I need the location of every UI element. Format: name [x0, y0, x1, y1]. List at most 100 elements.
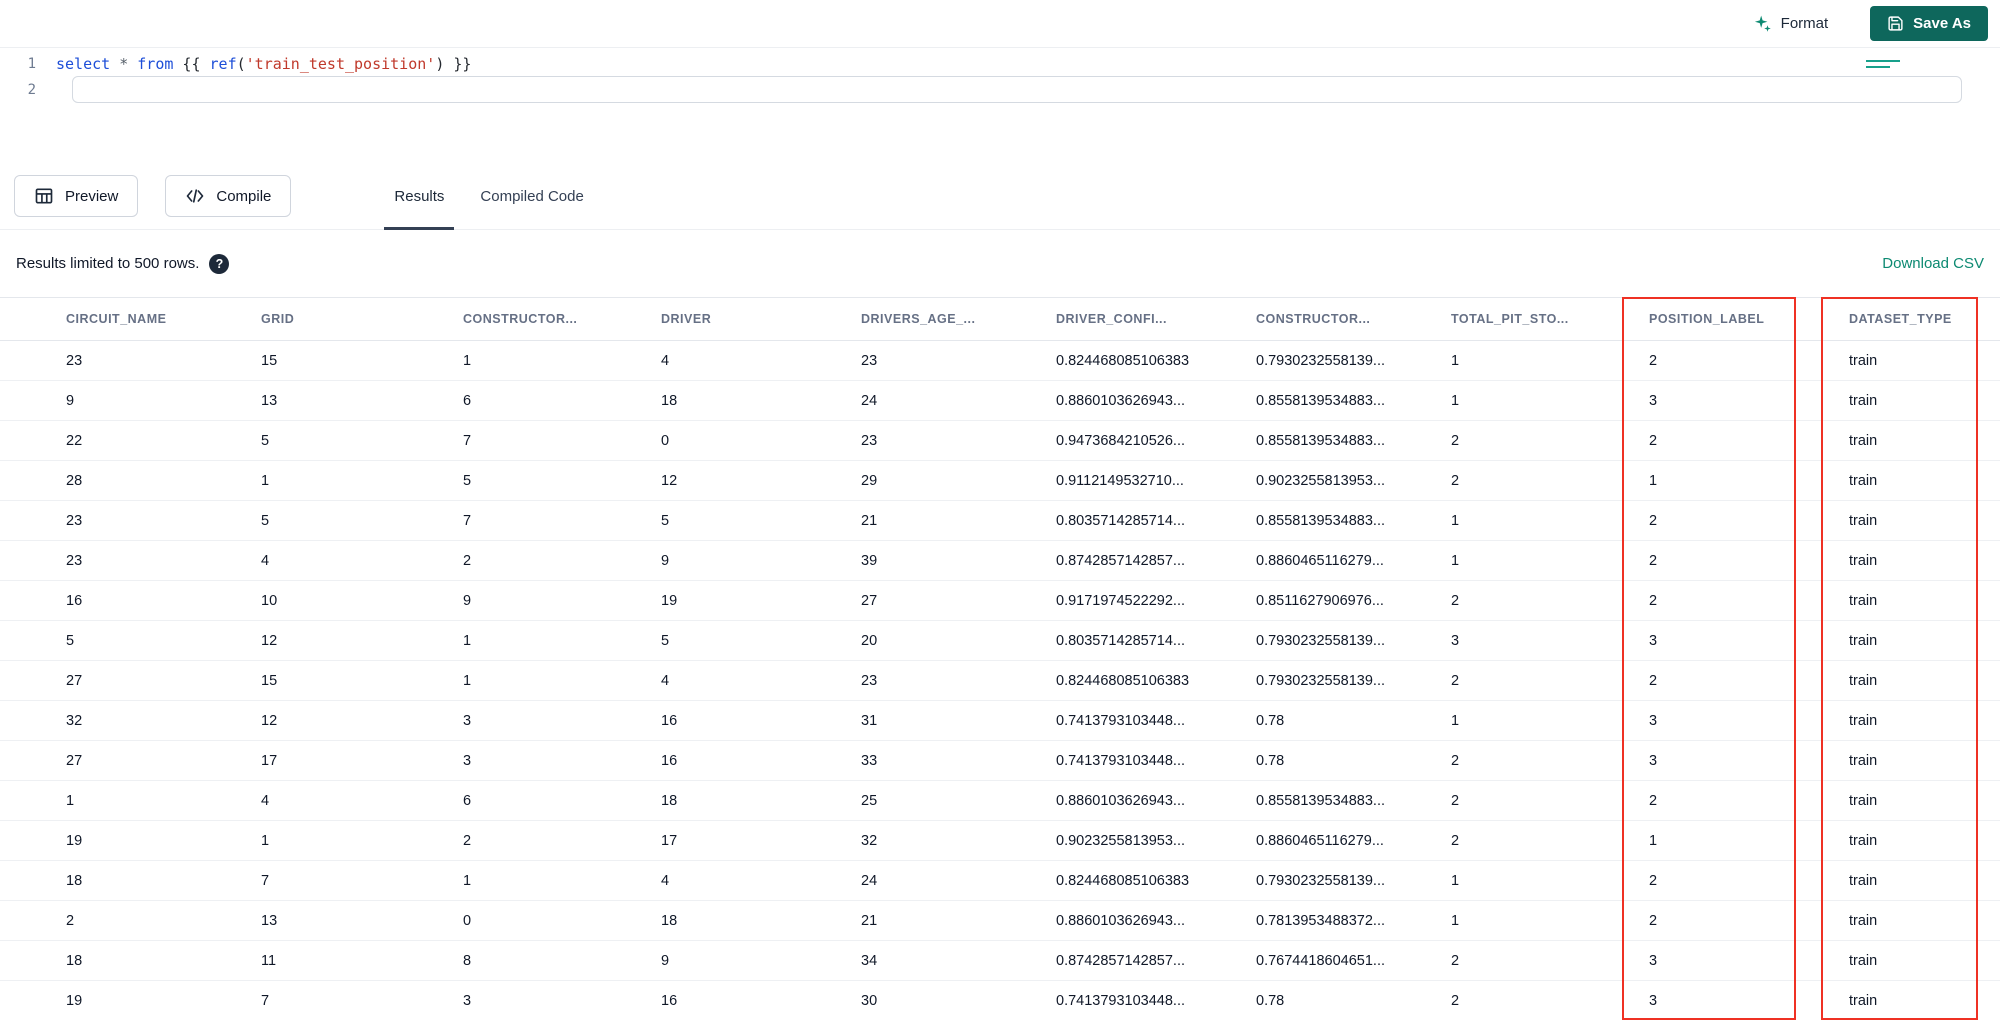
- table-cell: 1: [1451, 540, 1649, 581]
- table-cell: 9: [661, 540, 861, 581]
- sql-editor[interactable]: 1 select * from {{ ref('train_test_positi…: [0, 48, 2000, 163]
- table-cell: train: [1849, 500, 2000, 541]
- table-cell: 23: [861, 420, 1056, 461]
- results-tabs: Results Compiled Code: [376, 163, 601, 230]
- preview-button[interactable]: Preview: [14, 175, 139, 217]
- table-cell: 17: [661, 820, 861, 861]
- column-header: CIRCUIT_NAME: [0, 297, 261, 341]
- table-cell: 23: [861, 660, 1056, 701]
- tab-compiled-code[interactable]: Compiled Code: [462, 163, 601, 229]
- table-cell: 29: [861, 460, 1056, 501]
- table-cell: train: [1849, 660, 2000, 701]
- table-cell: 34: [861, 940, 1056, 981]
- table-cell: 27: [0, 660, 261, 701]
- table-cell: train: [1849, 820, 2000, 861]
- table-cell: 19: [661, 580, 861, 621]
- table-cell: train: [1849, 340, 2000, 381]
- table-cell: 12: [661, 460, 861, 501]
- table-cell: 0.8035714285714...: [1056, 500, 1256, 541]
- table-cell: 0.78: [1256, 700, 1451, 741]
- table-cell: 1: [1451, 380, 1649, 421]
- column-header: GRID: [261, 297, 463, 341]
- table-cell: 0.824468085106383: [1056, 860, 1256, 901]
- table-cell: train: [1849, 740, 2000, 781]
- table-cell: 13: [261, 380, 463, 421]
- table-cell: 2: [1649, 780, 1849, 821]
- table-cell: 2: [1649, 420, 1849, 461]
- table-cell: 3: [463, 980, 661, 1020]
- floppy-disk-icon: [1887, 15, 1904, 32]
- results-table-header-row: CIRCUIT_NAME GRID CONSTRUCTOR... DRIVER DRIV…: [0, 297, 2000, 341]
- table-grid-icon: [34, 186, 54, 206]
- table-row: 27 17 3 16 33 0.7413793103448... 0.78 2 3 train: [0, 740, 2000, 781]
- table-row: 5 12 1 5 20 0.8035714285714... 0.7930232558139…: [0, 620, 2000, 661]
- table-cell: 23: [0, 500, 261, 541]
- table-cell: 0.78: [1256, 980, 1451, 1020]
- table-cell: 9: [661, 940, 861, 981]
- table-cell: 1: [463, 340, 661, 381]
- editor-topbar: Format Save As: [0, 0, 2000, 48]
- table-cell: 4: [261, 780, 463, 821]
- table-cell: 23: [0, 540, 261, 581]
- table-cell: 0.7930232558139...: [1256, 660, 1451, 701]
- table-row: 18 11 8 9 34 0.8742857142857... 0.767441860465…: [0, 940, 2000, 981]
- table-cell: 13: [261, 900, 463, 941]
- code-line[interactable]: 1 select * from {{ ref('train_test_positi…: [0, 51, 2000, 77]
- table-row: 28 1 5 12 29 0.9112149532710... 0.902325581395…: [0, 460, 2000, 501]
- table-cell: 32: [861, 820, 1056, 861]
- table-cell: 19: [0, 980, 261, 1020]
- table-cell: 8: [463, 940, 661, 981]
- code-text: select * from {{ ref('train_test_positio…: [56, 55, 472, 73]
- table-cell: 23: [861, 340, 1056, 381]
- table-cell: 2: [1649, 500, 1849, 541]
- column-header: POSITION_LABEL: [1649, 297, 1849, 341]
- table-cell: 24: [861, 380, 1056, 421]
- table-cell: 5: [0, 620, 261, 661]
- table-cell: 2: [1451, 820, 1649, 861]
- results-table-body: 23 15 1 4 23 0.824468085106383 0.7930232558139…: [0, 340, 2000, 1020]
- table-cell: 7: [463, 420, 661, 461]
- table-cell: 0.8558139534883...: [1256, 380, 1451, 421]
- table-cell: 0.9023255813953...: [1056, 820, 1256, 861]
- table-cell: 31: [861, 700, 1056, 741]
- results-status-row: Results limited to 500 rows. ? Download …: [0, 230, 2000, 297]
- table-cell: 0.78: [1256, 740, 1451, 781]
- compile-button[interactable]: Compile: [165, 175, 292, 217]
- download-csv-link[interactable]: Download CSV: [1882, 255, 1984, 272]
- compile-label: Compile: [216, 187, 272, 205]
- tab-results[interactable]: Results: [376, 163, 462, 230]
- table-cell: 16: [0, 580, 261, 621]
- table-cell: 6: [463, 780, 661, 821]
- table-cell: 39: [861, 540, 1056, 581]
- results-toolbar: Preview Compile Results Compiled Code: [0, 163, 2000, 230]
- save-as-button[interactable]: Save As: [1870, 6, 1988, 41]
- table-cell: 0.7674418604651...: [1256, 940, 1451, 981]
- table-cell: 18: [661, 900, 861, 941]
- table-cell: 0.824468085106383: [1056, 340, 1256, 381]
- table-row: 18 7 1 4 24 0.824468085106383 0.7930232558139.…: [0, 860, 2000, 901]
- table-cell: 1: [1649, 460, 1849, 501]
- table-cell: 0.8860103626943...: [1056, 380, 1256, 421]
- table-cell: 0: [661, 420, 861, 461]
- table-cell: 0.9171974522292...: [1056, 580, 1256, 621]
- table-cell: 7: [261, 860, 463, 901]
- table-cell: 2: [463, 540, 661, 581]
- table-cell: 2: [463, 820, 661, 861]
- table-cell: 18: [661, 380, 861, 421]
- table-cell: 3: [463, 740, 661, 781]
- table-cell: 2: [1451, 660, 1649, 701]
- table-row: 16 10 9 19 27 0.9171974522292... 0.85116279069…: [0, 580, 2000, 621]
- table-cell: 18: [0, 940, 261, 981]
- sparkles-icon: [1752, 14, 1772, 34]
- format-button[interactable]: Format: [1752, 14, 1828, 34]
- column-header: DRIVERS_AGE_...: [861, 297, 1056, 341]
- table-row: 32 12 3 16 31 0.7413793103448... 0.78 1 3 train: [0, 700, 2000, 741]
- editor-empty-line-outline[interactable]: [72, 76, 1962, 103]
- table-cell: 16: [661, 700, 861, 741]
- table-cell: 2: [1451, 940, 1649, 981]
- table-cell: 0.8558139534883...: [1256, 500, 1451, 541]
- table-row: 23 4 2 9 39 0.8742857142857... 0.8860465116279…: [0, 540, 2000, 581]
- help-icon[interactable]: ?: [209, 253, 230, 274]
- table-cell: 3: [1649, 380, 1849, 421]
- table-row: 1 4 6 18 25 0.8860103626943... 0.8558139534883…: [0, 780, 2000, 821]
